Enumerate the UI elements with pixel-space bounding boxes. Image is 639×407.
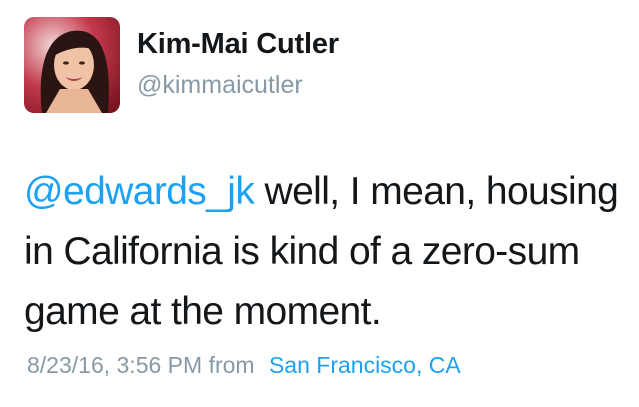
- author-handle[interactable]: @kimmaicutler: [137, 71, 303, 100]
- from-label: from: [208, 352, 255, 378]
- location-link[interactable]: San Francisco, CA: [269, 352, 461, 378]
- tweet-meta: 8/23/16, 3:56 PM from San Francisco, CA: [27, 352, 461, 379]
- avatar[interactable]: [24, 17, 120, 113]
- avatar-image: [24, 17, 120, 113]
- author-name[interactable]: Kim-Mai Cutler: [137, 28, 339, 61]
- tweet-text: @edwards_jk well, I mean, housing in Cal…: [24, 162, 624, 342]
- tweet-card: Kim-Mai Cutler @kimmaicutler @edwards_jk…: [0, 0, 639, 407]
- mention-link[interactable]: @edwards_jk: [24, 170, 255, 213]
- timestamp[interactable]: 8/23/16, 3:56 PM: [27, 352, 202, 378]
